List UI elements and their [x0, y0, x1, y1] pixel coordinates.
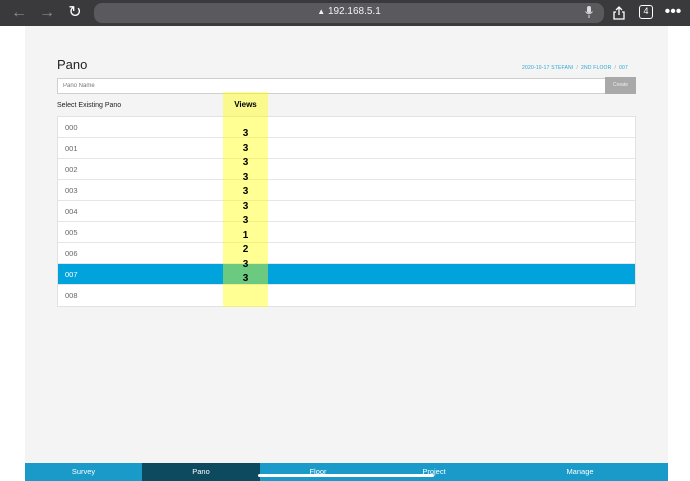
page-title: Pano	[57, 57, 88, 72]
pano-row[interactable]: 005	[58, 222, 635, 243]
home-indicator	[258, 474, 434, 477]
pano-row[interactable]: 007	[58, 264, 635, 285]
nav-tab-pano[interactable]: Pano	[142, 463, 260, 481]
select-existing-label: Select Existing Pano	[57, 102, 122, 109]
warning-icon: ▲	[317, 7, 326, 16]
url-text: 192.168.5.1	[327, 6, 381, 17]
pano-row[interactable]: 002	[58, 159, 635, 180]
pano-name: 002	[65, 165, 78, 174]
pano-row[interactable]: 001	[58, 138, 635, 159]
view-count: 1	[242, 229, 249, 241]
pano-name: 007	[65, 270, 78, 279]
share-icon[interactable]	[609, 3, 629, 23]
views-column-highlight: Views 3 3 3 3 3 3 3 1 2 3 3	[223, 92, 268, 307]
view-count: 3	[242, 157, 249, 168]
pano-name: 006	[65, 249, 78, 258]
reload-icon[interactable]: ↻	[65, 3, 85, 23]
back-arrow-icon[interactable]: ←	[9, 3, 29, 23]
nav-tab-manage[interactable]: Manage	[492, 463, 668, 481]
forward-arrow-icon[interactable]: →	[37, 3, 57, 23]
pano-row[interactable]: 008	[58, 285, 635, 306]
view-count: 3	[242, 273, 249, 284]
view-count: 3	[242, 142, 249, 154]
nav-tab-floor[interactable]: Floor	[260, 463, 376, 481]
breadcrumb: 2020-10-17 STEFANI/2ND FLOOR/007	[522, 65, 628, 71]
breadcrumb-floor[interactable]: 2ND FLOOR	[581, 65, 611, 71]
pano-name: 001	[65, 144, 78, 153]
pano-row[interactable]: 003	[58, 180, 635, 201]
view-count: 3	[242, 258, 249, 270]
bottom-nav: Survey Pano Floor Project Manage	[25, 463, 668, 481]
more-options-icon[interactable]: •••	[663, 3, 683, 23]
pano-name: 005	[65, 228, 78, 237]
view-count: 3	[242, 200, 249, 212]
view-count: 2	[242, 244, 249, 255]
pano-row[interactable]: 006	[58, 243, 635, 264]
views-header: Views	[234, 100, 257, 109]
nav-tab-project[interactable]: Project	[376, 463, 492, 481]
pano-name: 004	[65, 207, 78, 216]
pano-name: 003	[65, 186, 78, 195]
breadcrumb-project[interactable]: 2020-10-17 STEFANI	[522, 65, 573, 71]
pano-list: 000 001 002 003 004 005 006 007 008	[57, 116, 636, 307]
pano-name: 008	[65, 291, 78, 300]
pano-row[interactable]: 000	[58, 117, 635, 138]
view-count: 3	[242, 215, 249, 226]
microphone-icon[interactable]	[584, 5, 594, 19]
pano-row[interactable]: 004	[58, 201, 635, 222]
view-count: 3	[242, 128, 249, 139]
tabs-button[interactable]: 4	[639, 5, 653, 19]
address-bar[interactable]: ▲ 192.168.5.1	[94, 3, 604, 23]
breadcrumb-pano[interactable]: 007	[619, 65, 628, 71]
view-count: 3	[242, 186, 249, 197]
nav-tab-survey[interactable]: Survey	[25, 463, 142, 481]
app-panel: Pano 2020-10-17 STEFANI/2ND FLOOR/007 Cr…	[25, 26, 668, 463]
browser-toolbar: ← → ↻ ▲ 192.168.5.1 4 •••	[0, 0, 690, 26]
create-button[interactable]: Create	[605, 77, 636, 94]
pano-name: 000	[65, 123, 78, 132]
pano-name-input[interactable]	[57, 78, 606, 94]
view-count: 3	[242, 171, 249, 183]
